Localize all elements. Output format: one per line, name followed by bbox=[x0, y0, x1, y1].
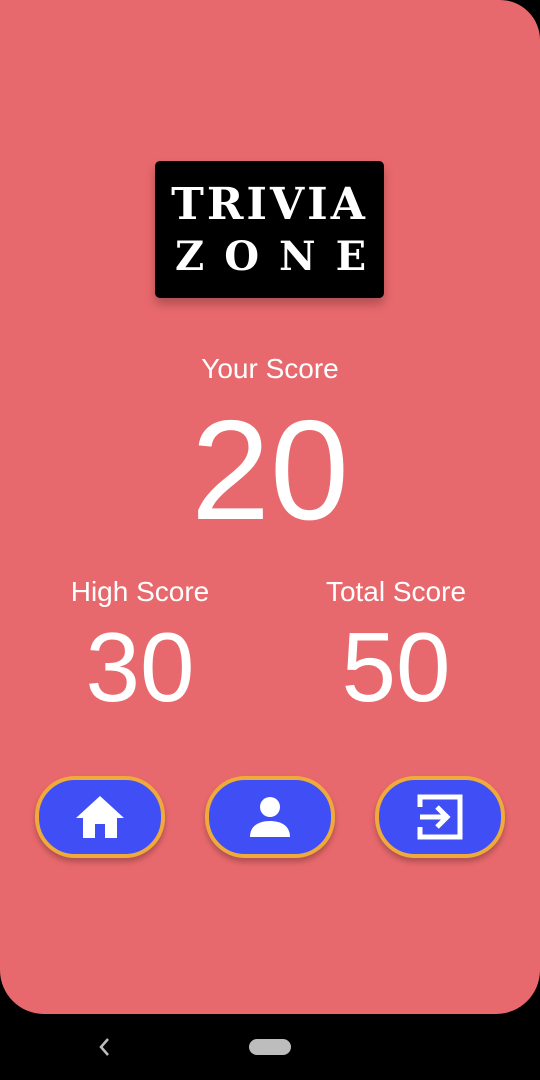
profile-button[interactable] bbox=[205, 776, 335, 858]
back-chevron-icon[interactable] bbox=[94, 1034, 114, 1060]
logo-line2: ZONE bbox=[175, 233, 387, 280]
your-score-label: Your Score bbox=[201, 353, 339, 384]
high-score-label: High Score bbox=[70, 576, 210, 607]
score-screen: TRIVIA ZONE Your Score 20 High Score 30 … bbox=[0, 0, 540, 1014]
logo-line1: TRIVIA bbox=[171, 179, 368, 230]
trivia-zone-logo: TRIVIA ZONE bbox=[155, 161, 384, 298]
exit-icon bbox=[416, 793, 464, 841]
total-score-label: Total Score bbox=[325, 576, 467, 607]
your-score-value: 20 bbox=[191, 391, 349, 550]
total-score-value: 50 bbox=[341, 612, 451, 722]
home-button[interactable] bbox=[35, 776, 165, 858]
person-icon bbox=[248, 795, 292, 839]
home-pill-icon[interactable] bbox=[249, 1039, 291, 1055]
high-score-value: 30 bbox=[85, 612, 195, 722]
exit-button[interactable] bbox=[375, 776, 505, 858]
home-icon bbox=[74, 794, 126, 840]
